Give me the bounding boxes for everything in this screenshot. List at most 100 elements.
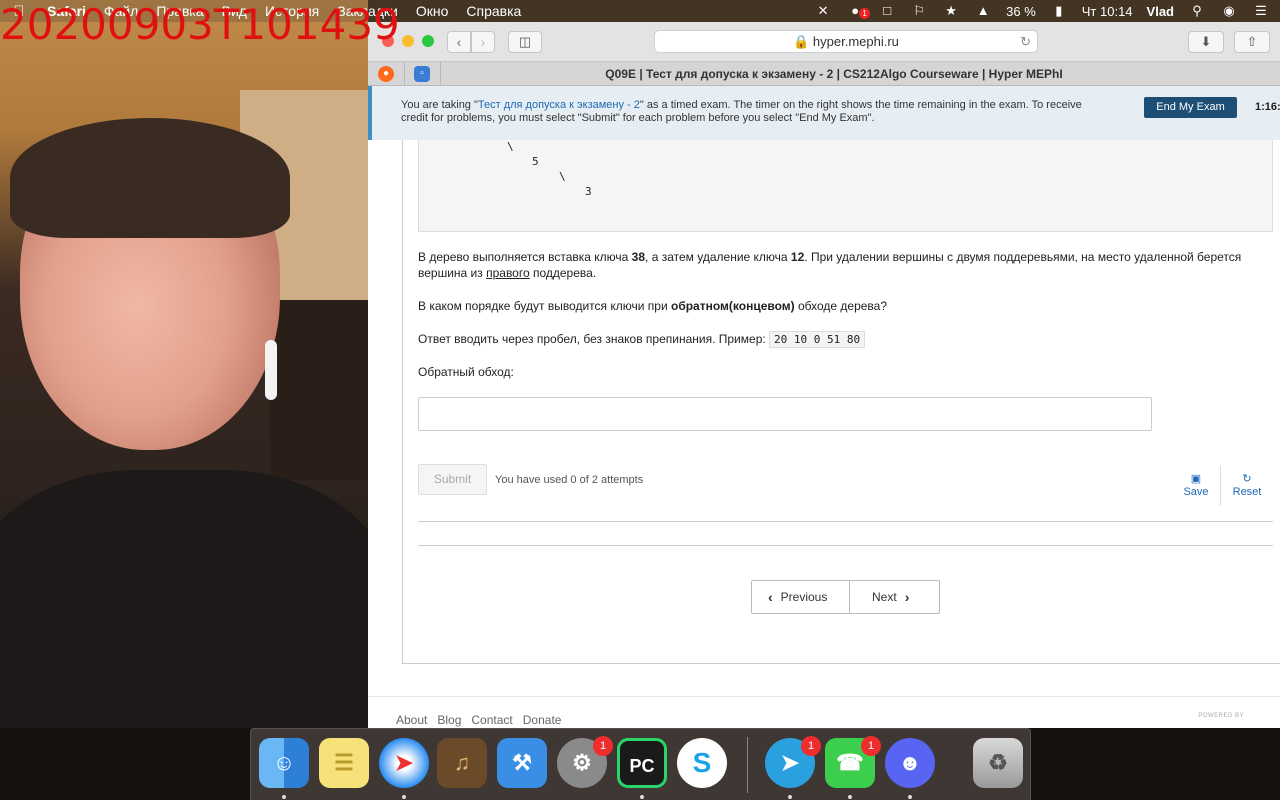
key-delete: 12 <box>790 250 805 264</box>
chevron-left-icon: ‹ <box>456 34 462 50</box>
notification-center-icon[interactable]: ☰ <box>1252 4 1270 18</box>
powered-by: POWERED BY <box>1198 713 1244 719</box>
menu-window[interactable]: Окно <box>407 3 458 19</box>
next-button[interactable]: Next › <box>850 580 940 614</box>
battery-percent[interactable]: 36 % <box>1006 4 1036 19</box>
chevron-right-icon: › <box>480 34 486 50</box>
sidebar-toggle-button[interactable]: ◫ <box>508 31 542 53</box>
notification-icon[interactable]: ● 1 <box>846 4 871 19</box>
status-area: ✕ ● 1 □ ⚐ ★ ▲ 36 % ▮ Чт 10:14 Vlad ⚲ ◉ ☰ <box>814 0 1280 22</box>
banner-text-pre: You are taking " <box>401 99 478 111</box>
footer-link-blog[interactable]: Blog <box>437 713 461 727</box>
answer-format-hint: Ответ вводить через пробел, без знаков п… <box>418 331 866 348</box>
footer-link-contact[interactable]: Contact <box>471 713 512 727</box>
text: , а затем удаление ключа <box>645 250 791 264</box>
running-indicator <box>908 795 912 799</box>
download-icon: ⬇ <box>1200 34 1212 49</box>
trash-icon[interactable]: ♻ <box>973 738 1023 788</box>
reload-icon[interactable]: ↻ <box>1020 31 1031 52</box>
course-content: \ 5 \ 3 В дерево выполняется вставка клю… <box>368 120 1280 728</box>
answer-input[interactable] <box>418 397 1152 431</box>
exam-link[interactable]: Тест для допуска к экзамену - 2 <box>478 99 640 111</box>
text: обходе дерева? <box>794 299 888 313</box>
divider <box>418 545 1273 546</box>
page-footer: About Blog Contact Donate POWERED BY <box>368 696 1280 728</box>
refresh-icon: ↻ <box>1242 473 1252 485</box>
facetime-badge: 1 <box>861 736 881 756</box>
reset-label: Reset <box>1232 486 1262 498</box>
previous-button[interactable]: ‹ Previous <box>751 580 850 614</box>
running-indicator <box>402 795 406 799</box>
user-name[interactable]: Vlad <box>1147 4 1174 19</box>
battery-icon[interactable]: ▮ <box>1050 4 1068 18</box>
address-bar[interactable]: 🔒 hyper.mephi.ru ↻ <box>654 30 1038 53</box>
safari-icon[interactable]: ➤ <box>379 738 429 788</box>
example-code: 20 10 0 51 80 <box>769 331 866 348</box>
bluetooth-icon[interactable]: ★ <box>942 4 960 18</box>
wifi-icon[interactable]: ▲ <box>974 4 992 18</box>
save-button[interactable]: ▣ Save <box>1176 473 1216 498</box>
spotlight-search-icon[interactable]: ⚲ <box>1188 4 1206 18</box>
dock: ☺ ☰ ➤ ♫ ⚒ ⚙ 1 PC S ➤ 1 ☎ 1 ☻ ♻ <box>250 728 1031 800</box>
facetime-icon[interactable]: ☎ 1 <box>825 736 881 788</box>
tree-node: 3 <box>585 185 592 198</box>
telegram-badge: 1 <box>801 736 821 756</box>
problem-statement: В дерево выполняется вставка ключа 38, а… <box>418 249 1258 281</box>
xcode-icon[interactable]: ⚒ <box>497 738 547 788</box>
notification-badge: 1 <box>859 8 871 19</box>
submit-button[interactable]: Submit <box>418 464 487 495</box>
person-shirt <box>0 470 368 728</box>
system-preferences-icon[interactable]: ⚙ 1 <box>557 736 613 788</box>
tree-edge: \ <box>559 170 566 183</box>
footer-link-donate[interactable]: Donate <box>523 713 562 727</box>
skype-icon[interactable]: S <box>677 738 727 788</box>
active-tab-title[interactable]: Q09E | Тест для допуска к экзамену - 2 |… <box>368 67 1280 81</box>
fullscreen-window-button[interactable] <box>422 35 434 47</box>
floppy-disk-icon: ▣ <box>1190 473 1202 485</box>
garageband-icon[interactable]: ♫ <box>437 738 487 788</box>
input-source-flag-icon[interactable]: ⚐ <box>910 4 928 18</box>
footer-links: About Blog Contact Donate <box>396 713 561 727</box>
tree-node: 5 <box>532 155 539 168</box>
sequence-navigation: ‹ Previous Next › <box>751 580 940 614</box>
person-hair <box>10 118 290 238</box>
pycharm-icon[interactable]: PC <box>617 738 667 788</box>
recording-timestamp: 20200903T101439 <box>0 0 400 49</box>
tree-diagram-code: \ 5 \ 3 <box>418 140 1273 232</box>
finder-icon[interactable]: ☺ <box>259 738 309 788</box>
siri-icon[interactable]: ◉ <box>1220 4 1238 18</box>
discord-icon[interactable]: ☻ <box>885 738 935 788</box>
clock[interactable]: Чт 10:14 <box>1082 4 1133 19</box>
menu-help[interactable]: Справка <box>457 3 530 19</box>
webcam-feed <box>0 0 368 728</box>
forward-button[interactable]: › <box>471 31 495 53</box>
downloads-button[interactable]: ⬇ <box>1188 31 1224 53</box>
system-preferences-badge: 1 <box>593 736 613 756</box>
save-label: Save <box>1183 486 1209 498</box>
text: В дерево выполняется вставка ключа <box>418 250 632 264</box>
url-text: hyper.mephi.ru <box>812 34 899 49</box>
banner-message: You are taking "Тест для допуска к экзам… <box>401 99 1101 125</box>
minimize-window-button[interactable] <box>402 35 414 47</box>
share-button[interactable]: ⇧ <box>1234 31 1270 53</box>
running-indicator <box>788 795 792 799</box>
mic-muted-icon[interactable]: ✕ <box>814 4 832 18</box>
running-indicator <box>848 795 852 799</box>
dock-separator <box>747 737 748 793</box>
underlined-word: правого <box>486 266 530 280</box>
sidebar-icon: ◫ <box>518 34 532 49</box>
back-button[interactable]: ‹ <box>447 31 471 53</box>
background-shelf <box>270 300 368 480</box>
action-divider <box>1220 466 1221 506</box>
telegram-icon[interactable]: ➤ 1 <box>765 736 821 788</box>
tree-edge: \ <box>507 140 514 153</box>
running-indicator <box>640 795 644 799</box>
chevron-right-icon: › <box>904 589 910 605</box>
messages-icon[interactable]: □ <box>878 4 896 18</box>
footer-link-about[interactable]: About <box>396 713 427 727</box>
traversal-type: обратном(концевом) <box>670 299 795 313</box>
notes-icon[interactable]: ☰ <box>319 738 369 788</box>
reset-button[interactable]: ↻ Reset <box>1227 473 1267 498</box>
previous-label: Previous <box>780 590 828 604</box>
end-exam-button[interactable]: End My Exam <box>1144 97 1237 118</box>
